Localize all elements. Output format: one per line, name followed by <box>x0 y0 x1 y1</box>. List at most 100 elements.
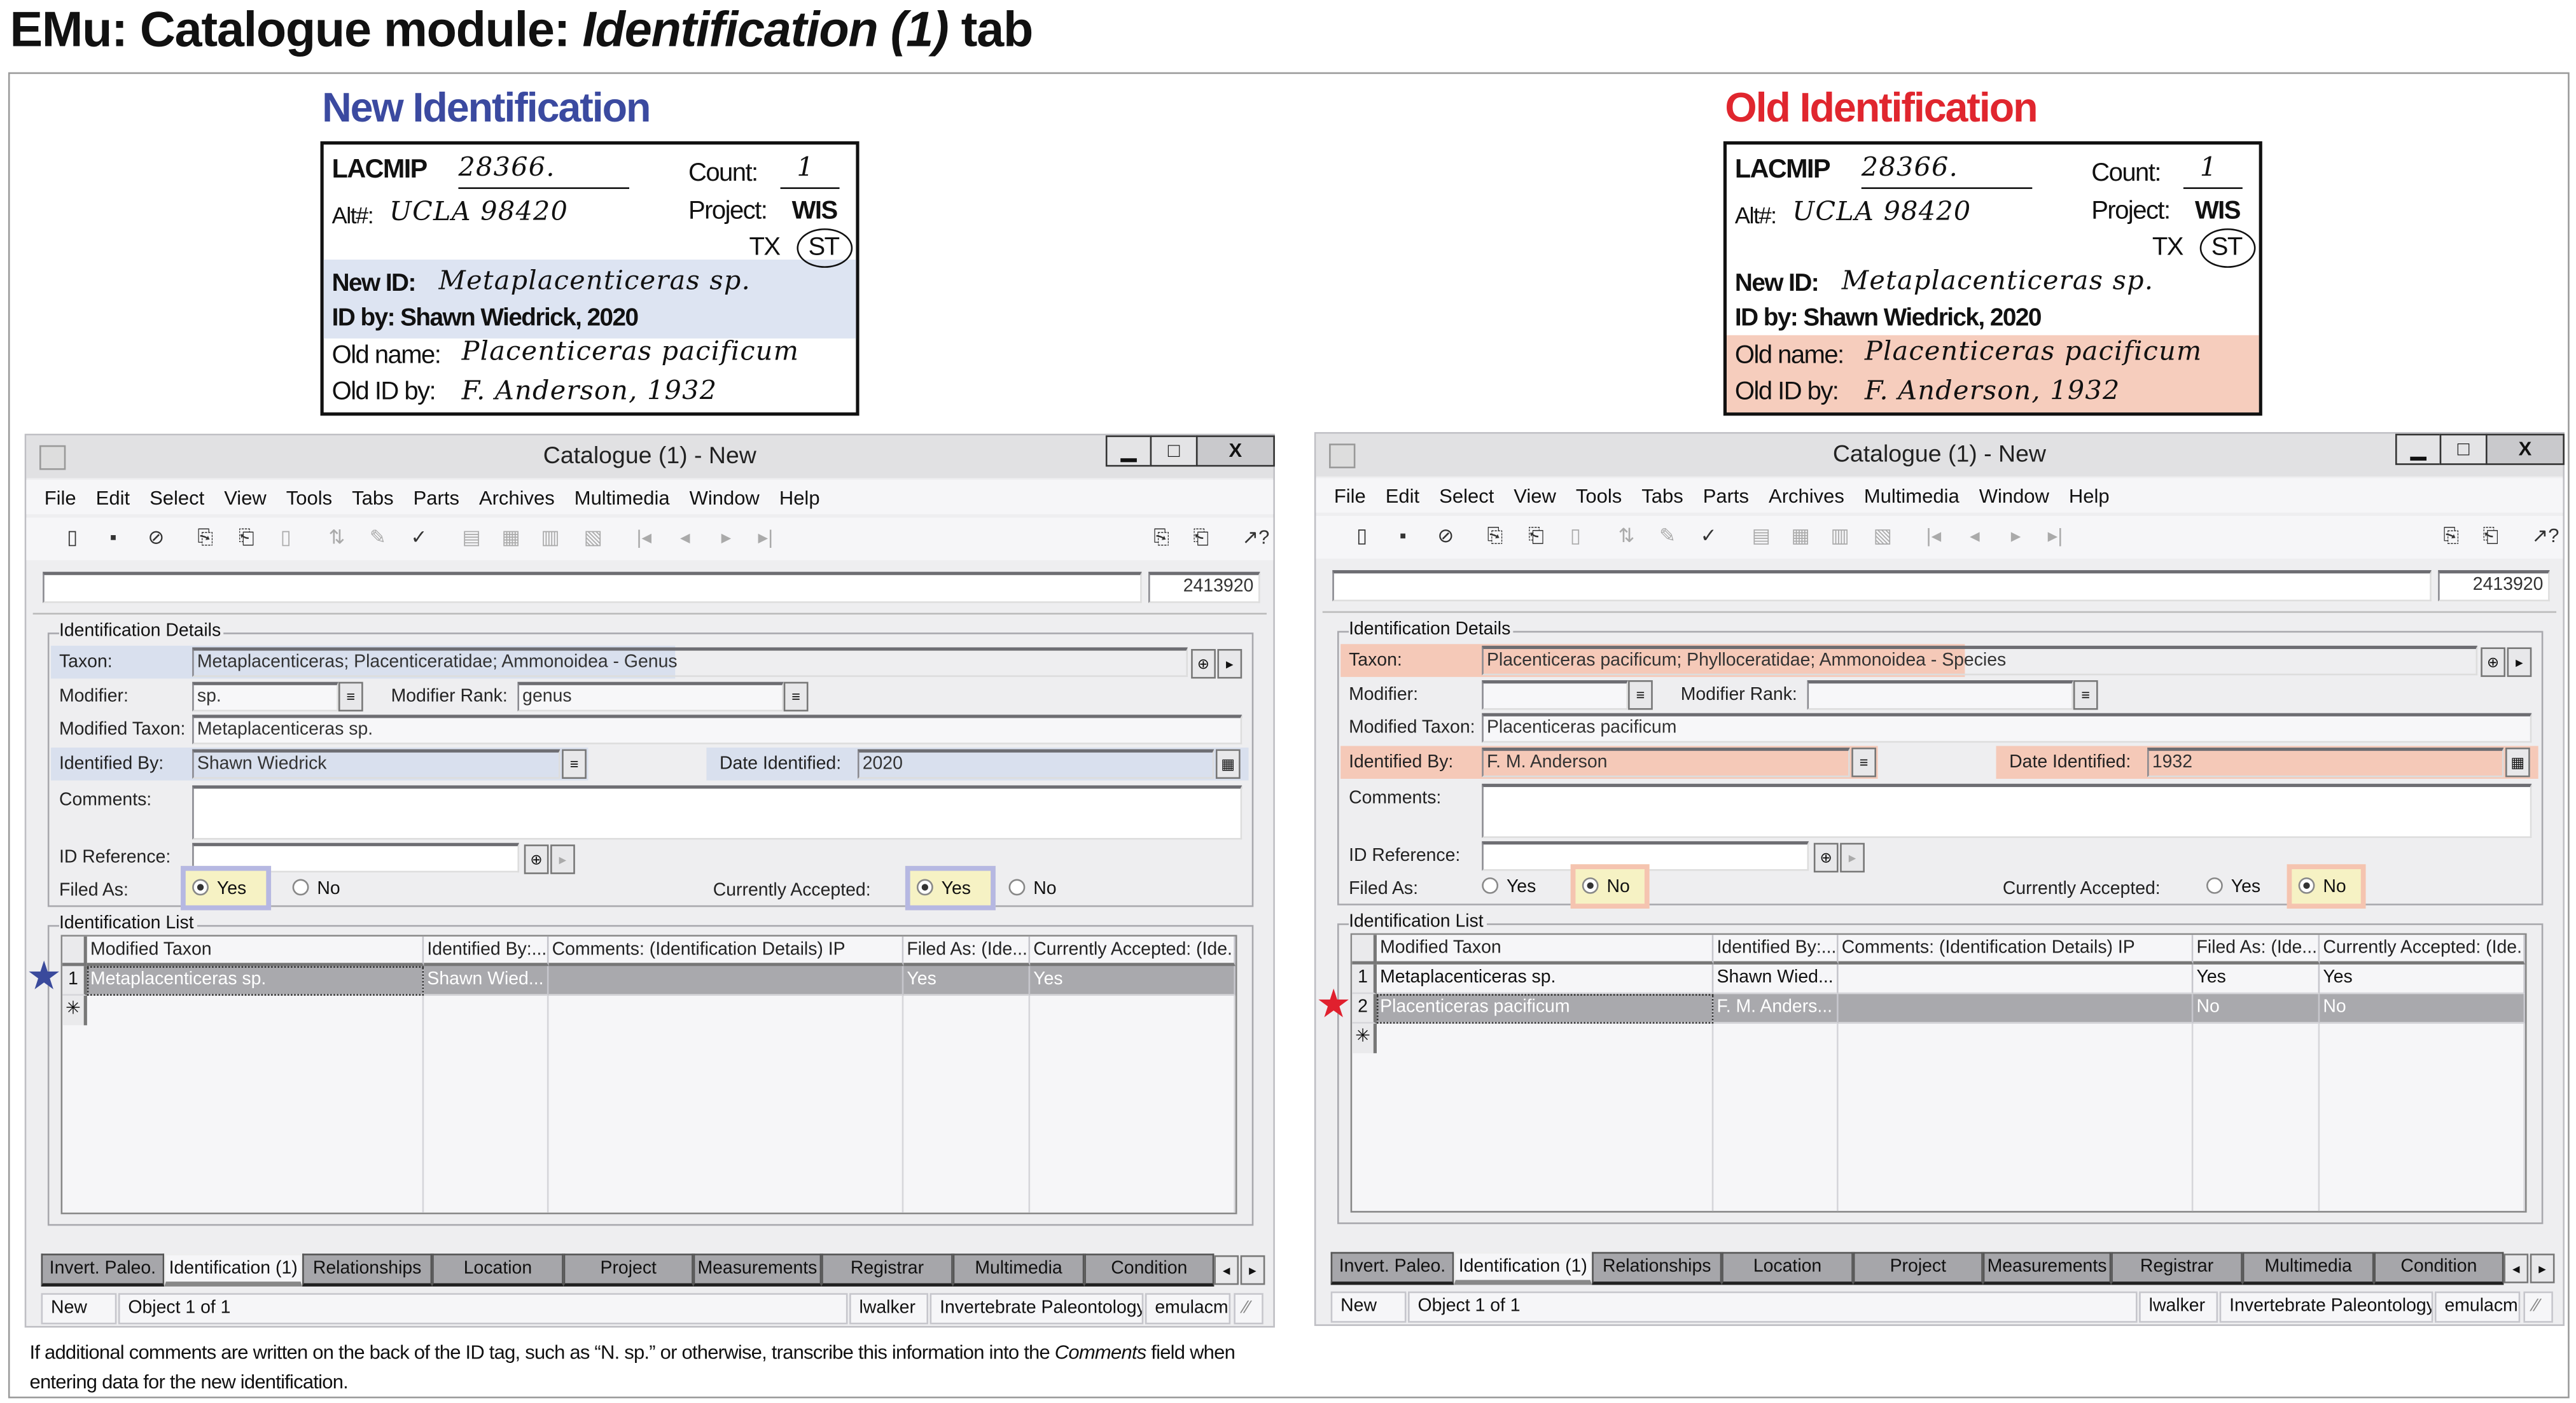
delete-icon[interactable]: ▯ <box>1563 522 1589 550</box>
tab-project[interactable]: Project <box>563 1253 693 1287</box>
id-reference-view-button[interactable]: ▸ <box>550 844 575 874</box>
attach-icon[interactable]: ⎘ <box>2438 522 2464 550</box>
close-button[interactable]: X <box>1195 435 1275 467</box>
menu-archives[interactable]: Archives <box>479 485 555 508</box>
menu-parts[interactable]: Parts <box>1703 484 1749 506</box>
grid-cell[interactable]: Shawn Wied... <box>1713 964 1839 995</box>
grid-cell[interactable]: Metaplacenticeras sp. <box>1376 964 1714 995</box>
tab-multimedia[interactable]: Multimedia <box>952 1253 1085 1287</box>
resize-grip[interactable]: ∕∕ <box>1234 1293 1264 1325</box>
identified-by-field[interactable]: Shawn Wiedrick <box>192 749 560 779</box>
grid-column-header[interactable]: Identified By:... <box>1713 935 1839 965</box>
menu-edit[interactable]: Edit <box>96 485 130 508</box>
page-view-icon[interactable]: ▧ <box>1870 522 1896 550</box>
menu-view[interactable]: View <box>224 485 267 508</box>
attach-icon[interactable]: ⎘ <box>1148 524 1174 552</box>
sort-icon[interactable]: ⇅ <box>1613 522 1640 550</box>
grid-view-icon[interactable]: ▦ <box>498 524 524 552</box>
grid-column-header[interactable]: Currently Accepted: (Ide... <box>1030 936 1236 967</box>
grid-column-header[interactable]: Comments: (Identification Details) IP <box>1838 935 2194 965</box>
help-icon[interactable]: ↗? <box>2531 522 2559 550</box>
grid-column-header[interactable]: Filed As: (Ide... <box>2193 935 2320 965</box>
filed-as-no-radio[interactable]: No <box>292 879 340 899</box>
radio-button-icon[interactable] <box>1482 877 1499 894</box>
save-icon[interactable]: ▪ <box>1390 522 1416 550</box>
sort-icon[interactable]: ⇅ <box>324 524 350 552</box>
row-number[interactable]: 1 <box>62 966 87 996</box>
grid-cell[interactable]: Placenticeras pacificum <box>1376 994 1714 1024</box>
modifier-rank-field[interactable] <box>1807 680 2073 710</box>
tab-invert-paleo[interactable]: Invert. Paleo. <box>1330 1252 1454 1285</box>
attach-copy-icon[interactable]: ⎗ <box>2477 522 2503 550</box>
radio-button-icon[interactable] <box>2206 877 2223 894</box>
last-icon[interactable]: ▸| <box>753 524 779 552</box>
modifier-rank-field[interactable]: genus <box>517 681 784 712</box>
menu-select[interactable]: Select <box>1439 484 1494 506</box>
grid-cell[interactable]: F. M. Anders... <box>1713 994 1839 1024</box>
taxon-view-button[interactable]: ▸ <box>1217 649 1243 679</box>
row-number[interactable]: 1 <box>1352 964 1377 995</box>
menu-tools[interactable]: Tools <box>1576 484 1622 506</box>
page-view-icon[interactable]: ▧ <box>580 524 606 552</box>
previous-icon[interactable]: ◂ <box>672 524 698 552</box>
menu-archives[interactable]: Archives <box>1769 484 1844 506</box>
new-record-icon[interactable]: ▯ <box>1349 522 1375 550</box>
last-icon[interactable]: ▸| <box>2042 522 2068 550</box>
minimize-button[interactable]: ▁ <box>2395 433 2442 465</box>
identified-by-lookup-button[interactable]: ≡ <box>562 749 587 779</box>
minimize-button[interactable]: ▁ <box>1105 435 1152 467</box>
radio-button-icon[interactable] <box>1008 879 1026 896</box>
calendar-button[interactable]: ▦ <box>2505 747 2530 778</box>
tab-relationships[interactable]: Relationships <box>1592 1252 1722 1285</box>
tab-invert-paleo[interactable]: Invert. Paleo. <box>41 1253 165 1287</box>
grid-column-header[interactable]: Identified By:... <box>424 936 549 967</box>
tab-scroll-right[interactable]: ▸ <box>2530 1253 2555 1283</box>
edit-icon[interactable]: ✎ <box>365 524 391 552</box>
tab-relationships[interactable]: Relationships <box>302 1253 433 1287</box>
grid-column-header[interactable]: Currently Accepted: (Ide... <box>2320 935 2525 965</box>
id-reference-view-button[interactable]: ▸ <box>1840 842 1865 873</box>
tab-condition[interactable]: Condition <box>2374 1252 2504 1285</box>
grid-cell[interactable]: No <box>2320 994 2525 1024</box>
tab-registrar[interactable]: Registrar <box>2111 1252 2243 1285</box>
tab-location[interactable]: Location <box>432 1253 564 1287</box>
taxon-attach-button[interactable]: ⊕ <box>2481 647 2506 677</box>
currently-accepted-yes-radio[interactable]: Yes <box>2206 877 2260 897</box>
tab-measurements[interactable]: Measurements <box>1982 1252 2112 1285</box>
menu-view[interactable]: View <box>1514 484 1556 506</box>
list-view-icon[interactable]: ▤ <box>458 524 484 552</box>
menu-multimedia[interactable]: Multimedia <box>1864 484 1960 506</box>
spellcheck-icon[interactable]: ✓ <box>1695 522 1722 550</box>
currently-accepted-no-radio[interactable]: No <box>2298 877 2346 897</box>
calendar-button[interactable]: ▦ <box>1215 749 1241 779</box>
taxon-field[interactable]: Metaplacenticeras; Placenticeratidae; Am… <box>192 647 1188 677</box>
first-icon[interactable]: |◂ <box>1921 522 1947 550</box>
identified-by-lookup-button[interactable]: ≡ <box>1851 747 1876 778</box>
radio-button-icon[interactable] <box>192 879 209 896</box>
menu-select[interactable]: Select <box>150 485 204 508</box>
menu-file[interactable]: File <box>1334 484 1366 506</box>
grid-column-header[interactable]: Filed As: (Ide... <box>903 936 1031 967</box>
modifier-field[interactable]: sp. <box>192 681 338 712</box>
delete-icon[interactable]: ▯ <box>273 524 299 552</box>
menu-help[interactable]: Help <box>779 485 820 508</box>
tab-project[interactable]: Project <box>1853 1252 1983 1285</box>
modifier-rank-lookup-button[interactable]: ≡ <box>2073 680 2098 710</box>
row-number[interactable]: 2 <box>1352 994 1377 1024</box>
edit-icon[interactable]: ✎ <box>1654 522 1680 550</box>
menu-tabs[interactable]: Tabs <box>1641 484 1683 506</box>
tab-identification-1[interactable]: Identification (1) <box>1454 1252 1592 1285</box>
maximize-button[interactable]: □ <box>2439 433 2488 465</box>
id-reference-attach-button[interactable]: ⊕ <box>1813 842 1839 873</box>
radio-button-icon[interactable] <box>1582 877 1599 894</box>
grid-cell[interactable] <box>548 966 904 996</box>
grid-cell[interactable]: Yes <box>1030 966 1236 996</box>
maximize-button[interactable]: □ <box>1150 435 1198 467</box>
grid-view-icon[interactable]: ▦ <box>1788 522 1814 550</box>
grid-cell[interactable] <box>1838 994 2194 1024</box>
tab-scroll-right[interactable]: ▸ <box>1240 1255 1265 1285</box>
close-button[interactable]: X <box>2486 433 2565 465</box>
details-view-icon[interactable]: ▥ <box>537 524 563 552</box>
paste-icon[interactable]: ⎗ <box>1523 522 1549 550</box>
menu-tabs[interactable]: Tabs <box>352 485 393 508</box>
